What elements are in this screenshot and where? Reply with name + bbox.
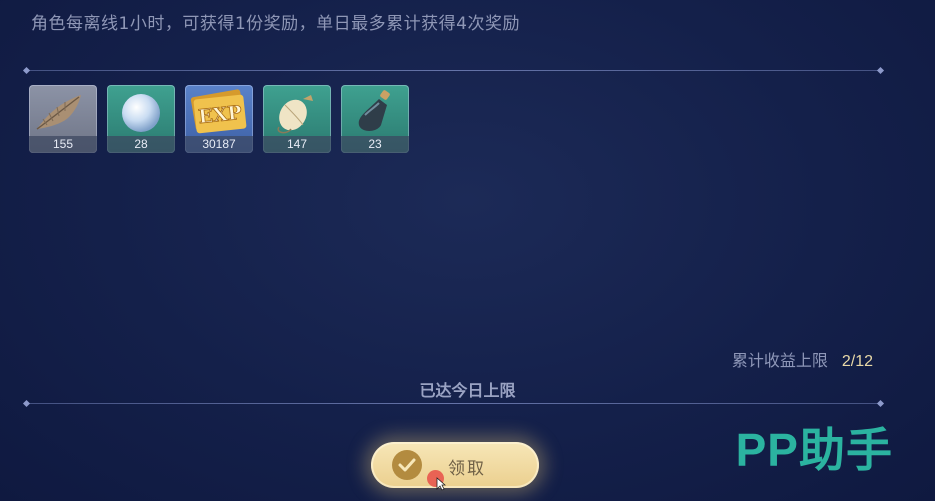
bottom-divider <box>26 403 881 404</box>
reward-count: 30187 <box>185 136 253 153</box>
svg-text:EXP: EXP <box>197 102 243 128</box>
exp-ticket-icon: EXP <box>190 89 247 134</box>
daily-limit-status: 已达今日上限 <box>419 381 516 400</box>
cursor-icon <box>436 477 446 491</box>
reward-item-pouch[interactable]: 147 <box>263 85 331 153</box>
check-icon <box>392 450 422 480</box>
claim-button-label: 领取 <box>448 459 486 479</box>
reward-count: 28 <box>107 136 175 153</box>
top-divider <box>26 70 881 71</box>
limit-label: 累计收益上限 <box>731 351 828 370</box>
limit-value: 2/12 <box>841 353 873 370</box>
reward-item-feather[interactable]: 155 <box>29 85 97 153</box>
reward-count: 23 <box>341 136 409 153</box>
offline-reward-description: 角色每离线1小时，可获得1份奖励，单日最多累计获得4次奖励 <box>31 14 520 34</box>
reward-list: 155 28 EXP 30187 147 23 <box>29 85 409 153</box>
potion-bottle-icon <box>358 90 390 131</box>
reward-item-exp[interactable]: EXP 30187 <box>185 85 253 153</box>
reward-count: 147 <box>263 136 331 153</box>
pouch-icon <box>277 95 313 134</box>
reward-count: 155 <box>29 136 97 153</box>
pearl-icon <box>122 94 160 132</box>
claim-button[interactable]: 领取 <box>371 442 539 488</box>
reward-item-potion[interactable]: 23 <box>341 85 409 153</box>
feather-icon <box>36 95 81 130</box>
accumulated-limit: 累计收益上限 2/12 <box>732 347 873 371</box>
watermark-logo: PP助手 <box>735 424 893 476</box>
reward-item-pearl[interactable]: 28 <box>107 85 175 153</box>
